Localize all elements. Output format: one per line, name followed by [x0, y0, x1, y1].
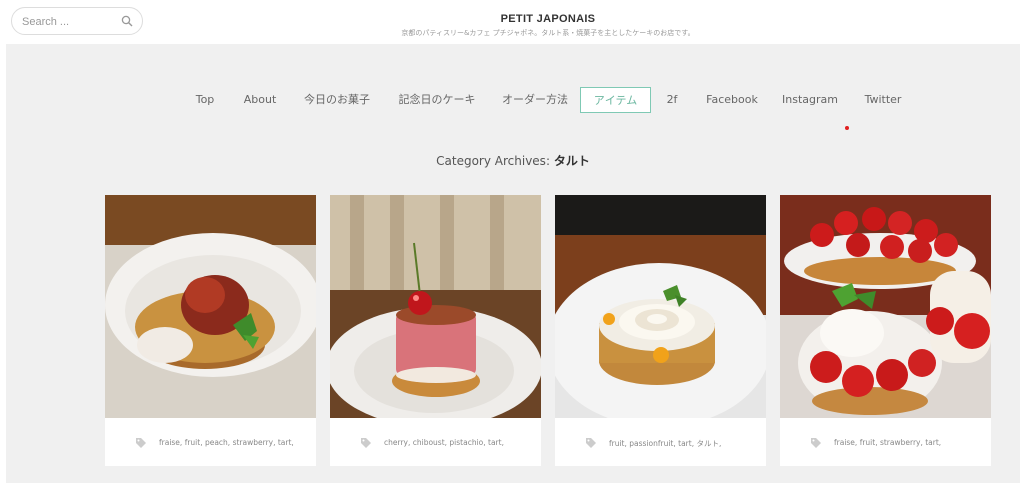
nav-item-top[interactable]: Top: [189, 87, 221, 113]
post-tags-text[interactable]: fraise, fruit, strawberry, tart,: [834, 438, 941, 447]
post-tags-text[interactable]: fruit, passionfruit, tart, タルト,: [609, 438, 721, 449]
nav-item-instagram[interactable]: Instagram: [780, 87, 840, 113]
cherry-mousse-cake-image[interactable]: [330, 195, 541, 418]
nav-item-facebook[interactable]: Facebook: [704, 87, 760, 113]
nav-item-twitter[interactable]: Twitter: [860, 87, 906, 113]
brand: PETIT JAPONAIS 京都のパティスリー&カフェ プチジャポネ。タルト系…: [0, 13, 1024, 38]
main-content: Top About 今日のお菓子 記念日のケーキ オーダー方法 アイテム 2f …: [6, 44, 1020, 483]
main-nav: Top About 今日のお菓子 記念日のケーキ オーダー方法 アイテム 2f …: [6, 87, 1020, 113]
archive-title: Category Archives: タルト: [6, 152, 1020, 169]
passionfruit-meringue-tart-image[interactable]: [555, 195, 766, 418]
nav-item-items[interactable]: アイテム: [580, 87, 651, 113]
archive-category: タルト: [553, 154, 590, 168]
nav-item-todays-sweets[interactable]: 今日のお菓子: [300, 87, 374, 113]
site-tagline: 京都のパティスリー&カフェ プチジャポネ。タルト系・焼菓子を主としたケーキのお店…: [401, 29, 695, 37]
post-card[interactable]: fraise, fruit, peach, strawberry, tart,: [105, 195, 316, 466]
nav-item-2f[interactable]: 2f: [660, 87, 684, 113]
post-card[interactable]: cherry, chiboust, pistachio, tart,: [330, 195, 541, 466]
nav-item-anniversary-cake[interactable]: 記念日のケーキ: [394, 87, 480, 113]
post-tags: fraise, fruit, strawberry, tart,: [780, 418, 991, 466]
tag-icon: [136, 438, 146, 448]
peach-strawberry-tart-image[interactable]: [105, 195, 316, 418]
post-tags: fraise, fruit, peach, strawberry, tart,: [105, 418, 316, 466]
site-header: PETIT JAPONAIS 京都のパティスリー&カフェ プチジャポネ。タルト系…: [0, 0, 1024, 44]
nav-item-about[interactable]: About: [240, 87, 280, 113]
post-card[interactable]: fraise, fruit, strawberry, tart,: [780, 195, 991, 466]
post-tags: cherry, chiboust, pistachio, tart,: [330, 418, 541, 466]
strawberry-tart-image[interactable]: [780, 195, 991, 418]
post-tags: fruit, passionfruit, tart, タルト,: [555, 418, 766, 466]
tag-icon: [811, 438, 821, 448]
post-tags-text[interactable]: cherry, chiboust, pistachio, tart,: [384, 438, 504, 447]
post-card[interactable]: fruit, passionfruit, tart, タルト,: [555, 195, 766, 466]
site-title[interactable]: PETIT JAPONAIS: [0, 13, 1024, 25]
nav-item-order-method[interactable]: オーダー方法: [498, 87, 572, 113]
archive-prefix: Category Archives:: [436, 154, 550, 168]
post-tags-text[interactable]: fraise, fruit, peach, strawberry, tart,: [159, 438, 294, 447]
tag-icon: [586, 438, 596, 448]
notification-dot: [845, 126, 849, 130]
tag-icon: [361, 438, 371, 448]
